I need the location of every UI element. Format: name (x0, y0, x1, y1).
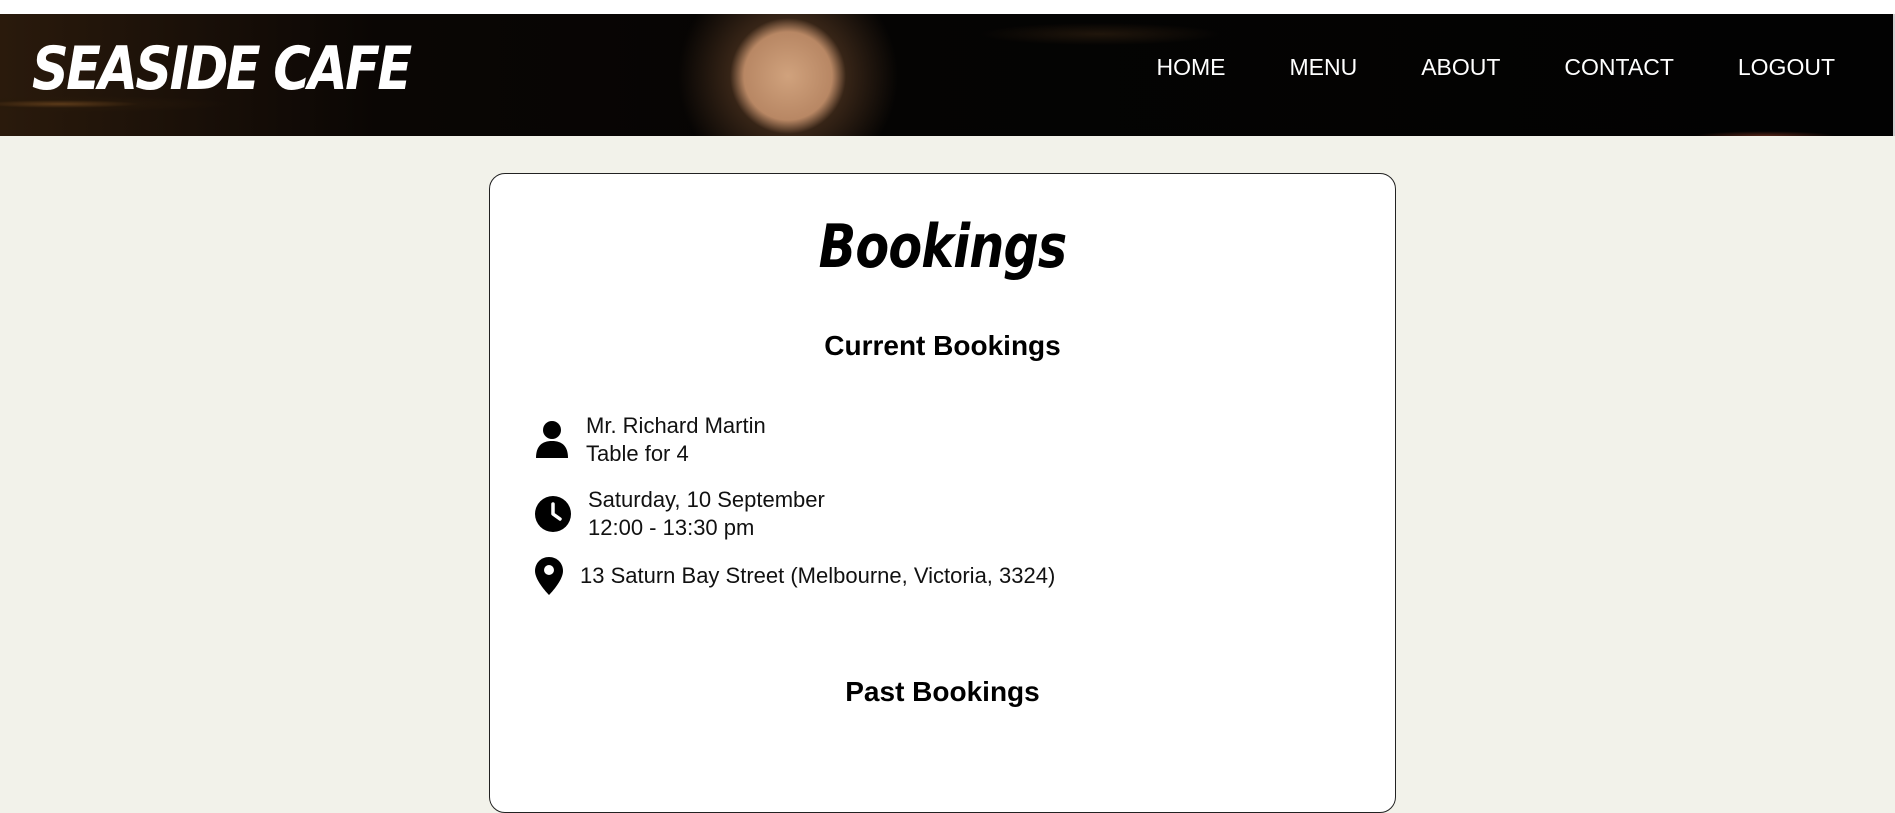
booking-address: 13 Saturn Bay Street (Melbourne, Victori… (580, 563, 1056, 588)
past-bookings-heading: Past Bookings (845, 676, 1040, 707)
booking-time: 12:00 - 13:30 pm (588, 515, 755, 540)
brand-logo[interactable]: SEASIDE CAFE (32, 34, 412, 104)
current-bookings-heading: Current Bookings (824, 330, 1061, 361)
top-strip (0, 0, 1895, 14)
nav-menu[interactable]: MENU (1289, 54, 1357, 81)
booking-time-row: Saturday, 10 September 12:00 - 13:30 pm (534, 486, 825, 542)
location-pin-icon (534, 556, 564, 596)
nav-contact[interactable]: CONTACT (1564, 54, 1673, 81)
nav-home[interactable]: HOME (1156, 54, 1225, 81)
booking-location-row: 13 Saturn Bay Street (Melbourne, Victori… (534, 556, 1055, 596)
person-icon (534, 420, 570, 460)
nav-logout[interactable]: LOGOUT (1738, 54, 1835, 81)
booking-date: Saturday, 10 September (588, 487, 825, 512)
booking-guest-info: Mr. Richard Martin Table for 4 (586, 412, 766, 468)
booking-name: Mr. Richard Martin (586, 413, 766, 438)
clock-icon (534, 495, 572, 533)
main-nav: HOME MENU ABOUT CONTACT LOGOUT (1156, 54, 1835, 81)
nav-about[interactable]: ABOUT (1421, 54, 1500, 81)
bookings-card: Bookings Current Bookings Mr. Richard Ma… (489, 173, 1396, 813)
booking-guest-row: Mr. Richard Martin Table for 4 (534, 412, 766, 468)
booking-table: Table for 4 (586, 441, 689, 466)
booking-time-info: Saturday, 10 September 12:00 - 13:30 pm (588, 486, 825, 542)
site-header: SEASIDE CAFE HOME MENU ABOUT CONTACT LOG… (0, 14, 1893, 136)
page-title: Bookings (818, 212, 1067, 282)
